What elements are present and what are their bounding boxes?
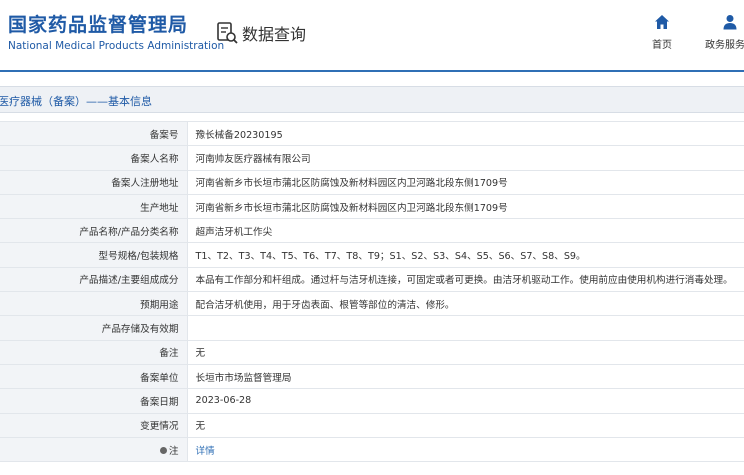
field-label: 备案人名称 bbox=[0, 145, 188, 171]
field-value: 河南帅友医疗器械有限公司 bbox=[187, 145, 744, 171]
field-label: 产品描述/主要组成成分 bbox=[0, 267, 188, 293]
table-row: 产品描述/主要组成成分 本品有工作部分和杆组成。通过杆与洁牙机连接，可固定或者可… bbox=[0, 267, 744, 293]
field-value: 配合洁牙机使用，用于牙齿表面、根管等部位的清洁、修形。 bbox=[187, 291, 744, 317]
field-value: 豫长械备20230195 bbox=[187, 120, 744, 147]
table-row: 备案人注册地址 河南省新乡市长垣市蒲北区防腐蚀及新材料园区内卫河路北段东侧170… bbox=[0, 170, 744, 195]
user-icon bbox=[723, 15, 737, 30]
home-icon bbox=[655, 15, 669, 29]
field-label: 备案日期 bbox=[0, 388, 188, 414]
field-label: 备案单位 bbox=[0, 364, 188, 390]
table-row: 备案号 豫长械备20230195 bbox=[0, 120, 744, 147]
details-link[interactable]: 详情 bbox=[196, 446, 215, 457]
field-label: 备注 bbox=[0, 340, 188, 365]
table-row: 备案日期 2023-06-28 bbox=[0, 388, 744, 414]
field-label: 变更情况 bbox=[0, 413, 188, 438]
field-label: 预期用途 bbox=[0, 291, 188, 317]
field-label: 备案号 bbox=[0, 120, 188, 147]
field-value: 河南省新乡市长垣市蒲北区防腐蚀及新材料园区内卫河路北段东侧1709号 bbox=[187, 170, 744, 195]
field-value: 2023-06-28 bbox=[187, 388, 744, 414]
table-row: 变更情况 无 bbox=[0, 413, 744, 438]
field-label: 产品存储及有效期 bbox=[0, 315, 188, 341]
field-value bbox=[187, 315, 744, 341]
record-info-table: 备案号 豫长械备20230195 备案人名称 河南帅友医疗器械有限公司 备案人注… bbox=[0, 120, 744, 463]
table-row: 生产地址 河南省新乡市长垣市蒲北区防腐蚀及新材料园区内卫河路北段东侧1709号 bbox=[0, 194, 744, 220]
field-value: 河南省新乡市长垣市蒲北区防腐蚀及新材料园区内卫河路北段东侧1709号 bbox=[187, 194, 744, 220]
note-label-cell: 注 bbox=[0, 437, 188, 463]
field-value: 无 bbox=[187, 340, 744, 365]
field-value: 本品有工作部分和杆组成。通过杆与洁牙机连接，可固定或者可更换。由洁牙机驱动工作。… bbox=[187, 267, 744, 293]
field-value: T1、T2、T3、T4、T5、T6、T7、T8、T9；S1、S2、S3、S4、S… bbox=[187, 242, 744, 268]
section-title-bar: 医疗器械（备案）——基本信息 bbox=[0, 86, 744, 113]
site-header: 国家药品监督管理局 National Medical Products Admi… bbox=[0, 0, 744, 72]
field-label: 产品名称/产品分类名称 bbox=[0, 218, 188, 244]
section-title: 医疗器械（备案）——基本信息 bbox=[0, 95, 152, 108]
nav-gov-service-label: 政务服务门 bbox=[705, 40, 744, 51]
table-row: 备注 无 bbox=[0, 340, 744, 365]
field-label: 型号规格/包装规格 bbox=[0, 242, 188, 268]
table-row: 备案人名称 河南帅友医疗器械有限公司 bbox=[0, 145, 744, 171]
table-row: 产品名称/产品分类名称 超声洁牙机工作尖 bbox=[0, 218, 744, 244]
field-value: 超声洁牙机工作尖 bbox=[187, 218, 744, 244]
nav-gov-service[interactable]: 政务服务门 bbox=[705, 14, 744, 51]
data-query-link[interactable]: 数据查询 bbox=[216, 20, 306, 46]
data-query-label: 数据查询 bbox=[242, 25, 307, 44]
document-search-icon bbox=[217, 22, 238, 44]
table-row: 预期用途 配合洁牙机使用，用于牙齿表面、根管等部位的清洁、修形。 bbox=[0, 291, 744, 317]
nav-home-label: 首页 bbox=[652, 40, 672, 51]
table-row: 产品存储及有效期 bbox=[0, 315, 744, 341]
field-value: 无 bbox=[187, 413, 744, 438]
field-label: 备案人注册地址 bbox=[0, 170, 188, 195]
note-value-cell: 详情 bbox=[187, 437, 744, 463]
table-row: 型号规格/包装规格 T1、T2、T3、T4、T5、T6、T7、T8、T9；S1、… bbox=[0, 242, 744, 268]
org-name-en[interactable]: National Medical Products Administration bbox=[8, 40, 224, 52]
lightbulb-icon bbox=[159, 447, 167, 454]
org-name-cn[interactable]: 国家药品监督管理局 bbox=[8, 10, 188, 37]
note-label: 注 bbox=[168, 445, 179, 457]
table-row: 备案单位 长垣市市场监督管理局 bbox=[0, 364, 744, 390]
table-row-note: 注 详情 bbox=[0, 437, 744, 463]
field-value: 长垣市市场监督管理局 bbox=[187, 364, 744, 390]
nav-home[interactable]: 首页 bbox=[637, 14, 687, 51]
field-label: 生产地址 bbox=[0, 194, 188, 220]
